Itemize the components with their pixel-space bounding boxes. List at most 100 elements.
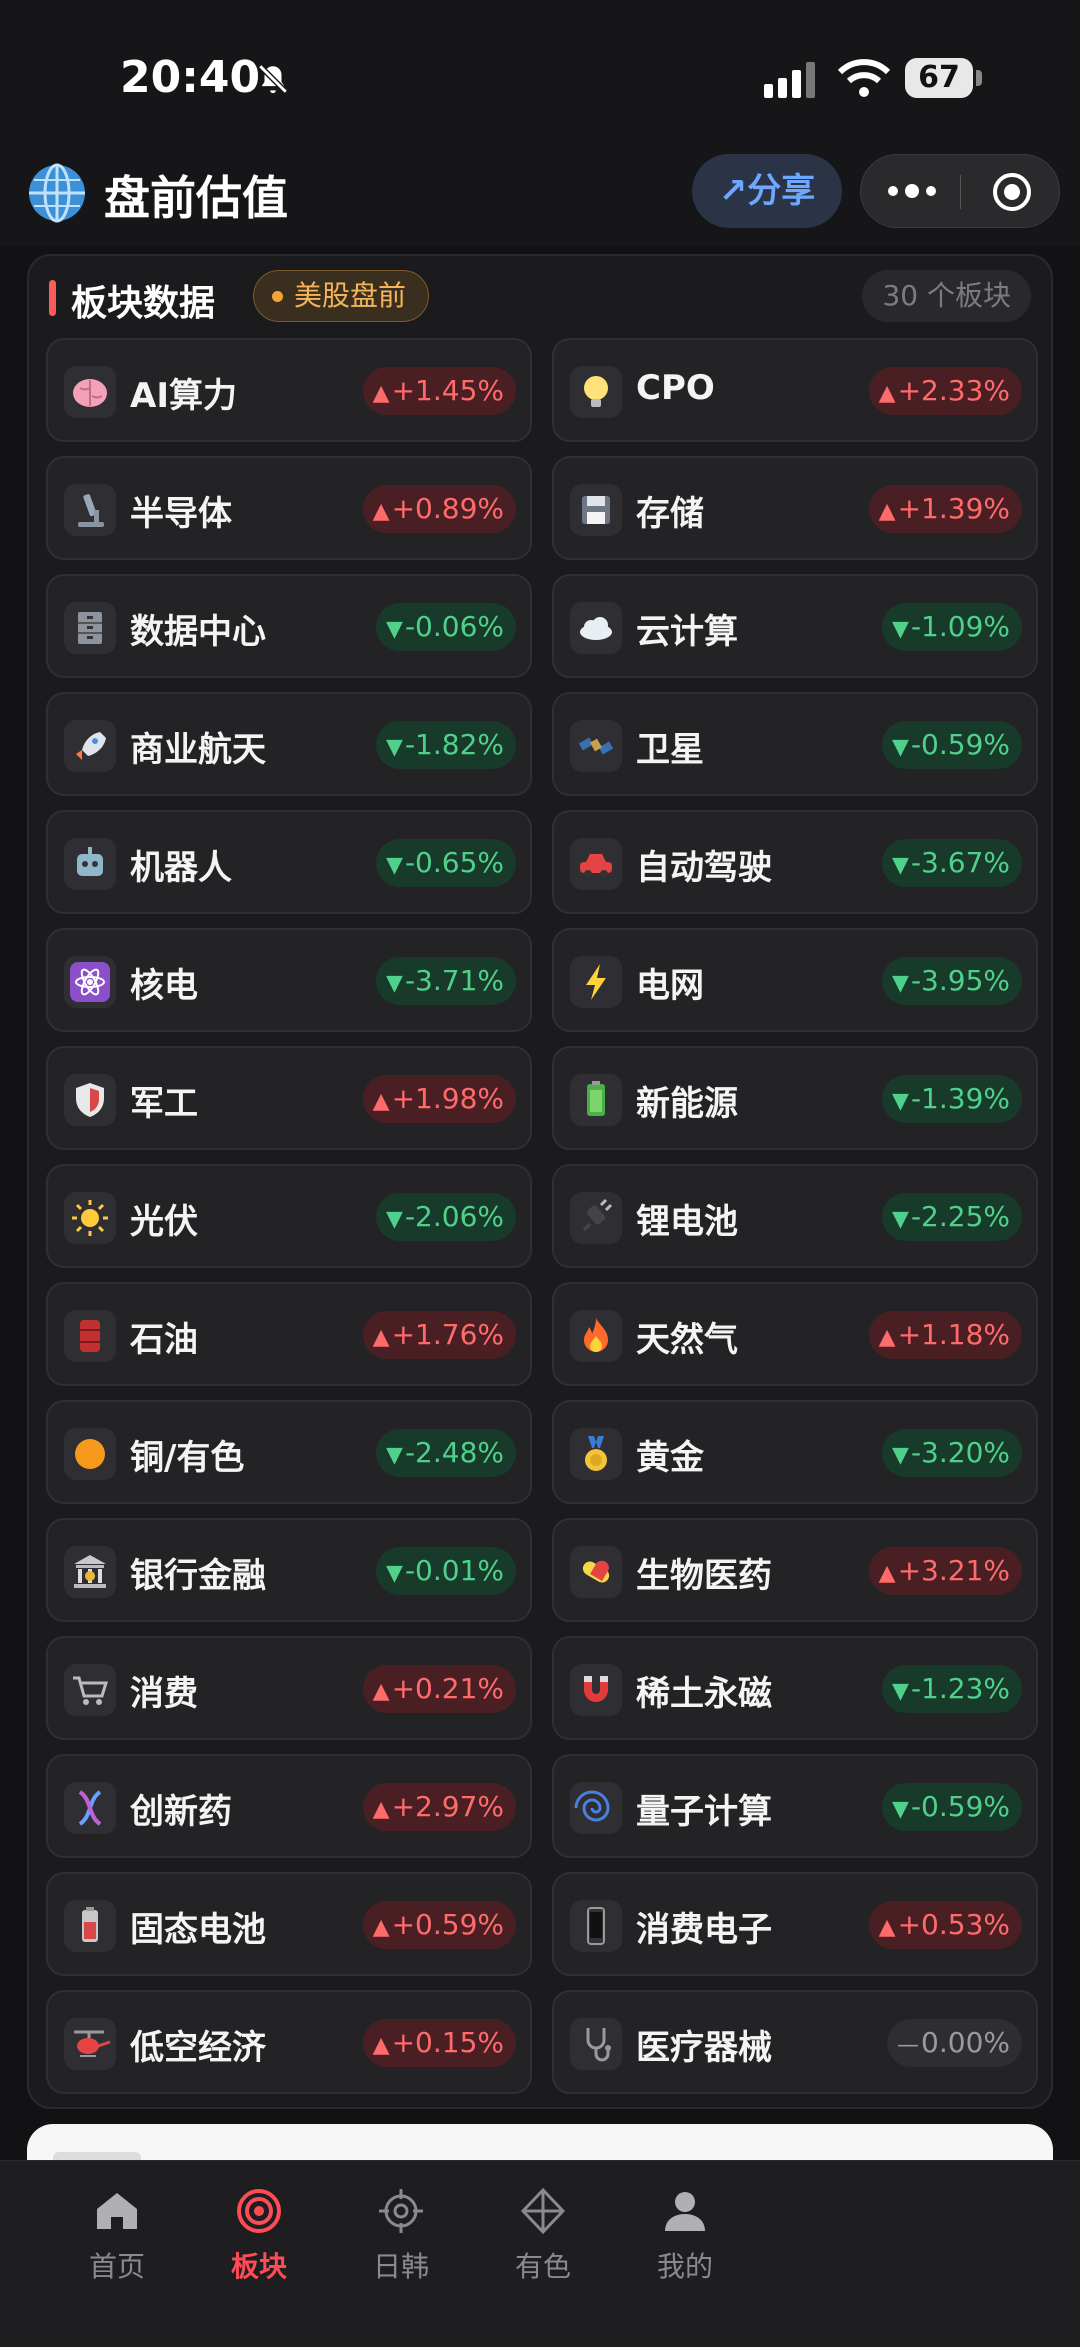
sector-name: 消费	[130, 1674, 198, 1714]
change-pill: ▼-0.06%	[376, 603, 516, 651]
sector-name: 低空经济	[130, 2028, 266, 2068]
sector-name: 铜/有色	[130, 1438, 245, 1478]
nav-item-3[interactable]: 有色	[473, 2185, 613, 2295]
change-pill: ▲+2.33%	[868, 367, 1022, 415]
phone-icon	[570, 1900, 622, 1952]
sector-tile[interactable]: 消费电子 ▲+0.53%	[552, 1872, 1038, 1976]
sector-tile[interactable]: 云计算 ▼-1.09%	[552, 574, 1038, 678]
oil-drum-icon	[64, 1310, 116, 1362]
sector-tile[interactable]: 消费 ▲+0.21%	[46, 1636, 532, 1740]
sector-tile[interactable]: 新能源 ▼-1.39%	[552, 1046, 1038, 1150]
sector-tile[interactable]: 固态电池 ▲+0.59%	[46, 1872, 532, 1976]
sector-tile[interactable]: 稀土永磁 ▼-1.23%	[552, 1636, 1038, 1740]
sector-name: 天然气	[636, 1320, 738, 1360]
status-time: 20:40	[120, 52, 261, 103]
sector-name: 石油	[130, 1320, 198, 1360]
mini-program-capsule	[860, 154, 1060, 228]
sector-tile[interactable]: 量子计算 ▼-0.59%	[552, 1754, 1038, 1858]
change-pill: ▼-0.65%	[376, 839, 516, 887]
sector-tile[interactable]: 低空经济 ▲+0.15%	[46, 1990, 532, 2094]
trend-arrow-icon: ▼	[892, 971, 909, 996]
change-value: -0.01%	[404, 1554, 504, 1587]
sector-tile[interactable]: 自动驾驶 ▼-3.67%	[552, 810, 1038, 914]
share-label: 分享	[747, 171, 816, 211]
sector-tile[interactable]: CPO ▲+2.33%	[552, 338, 1038, 442]
trend-arrow-icon: ▼	[892, 1089, 909, 1114]
sector-tile[interactable]: 锂电池 ▼-2.25%	[552, 1164, 1038, 1268]
sector-tile[interactable]: 铜/有色 ▼-2.48%	[46, 1400, 532, 1504]
nav-item-1[interactable]: 板块	[189, 2185, 329, 2295]
sector-name: 光伏	[130, 1202, 198, 1242]
badge-label: 美股盘前	[294, 279, 407, 312]
sector-tile[interactable]: 黄金 ▼-3.20%	[552, 1400, 1038, 1504]
sector-grid: AI算力 ▲+1.45% CPO ▲+2.33% 半导体 ▲+0.89% 存储 ▲+1.39%…	[46, 338, 1038, 2094]
change-value: -0.59%	[910, 728, 1010, 761]
sector-tile[interactable]: 天然气 ▲+1.18%	[552, 1282, 1038, 1386]
change-pill: —0.00%	[887, 2019, 1022, 2067]
trend-arrow-icon: ▼	[892, 1679, 909, 1704]
plug-icon	[570, 1192, 622, 1244]
trend-arrow-icon: ▲	[878, 1915, 896, 1940]
user-icon	[665, 2192, 705, 2231]
sector-name: CPO	[636, 368, 715, 408]
sector-name: 生物医药	[636, 1556, 772, 1596]
page-title: 盘前估值	[104, 171, 288, 225]
change-value: +0.53%	[897, 1908, 1010, 1941]
sector-tile[interactable]: AI算力 ▲+1.45%	[46, 338, 532, 442]
trend-arrow-icon: ▲	[372, 1915, 390, 1940]
change-value: -0.59%	[910, 1790, 1010, 1823]
sector-tile[interactable]: 生物医药 ▲+3.21%	[552, 1518, 1038, 1622]
change-pill: ▲+0.53%	[868, 1901, 1022, 1949]
market-badge: 美股盘前	[253, 270, 430, 322]
sector-tile[interactable]: 医疗器械 —0.00%	[552, 1990, 1038, 2094]
change-value: -3.71%	[404, 964, 504, 997]
rocket-icon	[64, 720, 116, 772]
trend-arrow-icon: ▲	[372, 1679, 390, 1704]
change-value: +0.89%	[391, 492, 504, 525]
trend-arrow-icon: ▼	[386, 735, 403, 760]
trend-arrow-icon: ▲	[372, 499, 390, 524]
share-button[interactable]: ↗分享	[692, 154, 842, 228]
sector-name: 银行金融	[130, 1556, 266, 1596]
atom-icon	[64, 956, 116, 1008]
change-value: -1.82%	[404, 728, 504, 761]
sector-tile[interactable]: 机器人 ▼-0.65%	[46, 810, 532, 914]
sector-tile[interactable]: 石油 ▲+1.76%	[46, 1282, 532, 1386]
more-icon[interactable]	[885, 181, 939, 201]
sector-tile[interactable]: 卫星 ▼-0.59%	[552, 692, 1038, 796]
nav-item-2[interactable]: 日韩	[331, 2185, 471, 2295]
globe-icon	[29, 163, 85, 223]
change-value: +2.33%	[897, 374, 1010, 407]
nav-item-0[interactable]: 首页	[47, 2185, 187, 2295]
sector-tile[interactable]: 半导体 ▲+0.89%	[46, 456, 532, 560]
sector-tile[interactable]: 商业航天 ▼-1.82%	[46, 692, 532, 796]
close-miniprogram-icon[interactable]	[991, 171, 1033, 213]
trend-arrow-icon: ▼	[892, 735, 909, 760]
sector-tile[interactable]: 存储 ▲+1.39%	[552, 456, 1038, 560]
sun-icon	[64, 1192, 116, 1244]
sector-tile[interactable]: 光伏 ▼-2.06%	[46, 1164, 532, 1268]
change-pill: ▼-0.59%	[882, 721, 1022, 769]
sector-tile[interactable]: 军工 ▲+1.98%	[46, 1046, 532, 1150]
pill-icon	[570, 1546, 622, 1598]
trend-arrow-icon: ▼	[892, 1443, 909, 1468]
change-pill: ▼-3.20%	[882, 1429, 1022, 1477]
change-pill: ▼-1.82%	[376, 721, 516, 769]
sector-tile[interactable]: 电网 ▼-3.95%	[552, 928, 1038, 1032]
change-pill: ▲+1.45%	[362, 367, 516, 415]
capsule-divider	[960, 175, 961, 209]
sector-tile[interactable]: 银行金融 ▼-0.01%	[46, 1518, 532, 1622]
nav-item-4[interactable]: 我的	[615, 2185, 755, 2295]
magnet-icon	[570, 1664, 622, 1716]
sector-name: 量子计算	[636, 1792, 772, 1832]
cellular-signal-icon	[764, 62, 815, 98]
sector-name: 数据中心	[130, 612, 266, 652]
floppy-disk-icon	[570, 484, 622, 536]
sector-tile[interactable]: 创新药 ▲+2.97%	[46, 1754, 532, 1858]
change-value: -1.09%	[910, 610, 1010, 643]
change-pill: ▼-2.06%	[376, 1193, 516, 1241]
car-icon	[570, 838, 622, 890]
sector-tile[interactable]: 核电 ▼-3.71%	[46, 928, 532, 1032]
sector-tile[interactable]: 数据中心 ▼-0.06%	[46, 574, 532, 678]
trend-arrow-icon: ▲	[878, 1561, 896, 1586]
